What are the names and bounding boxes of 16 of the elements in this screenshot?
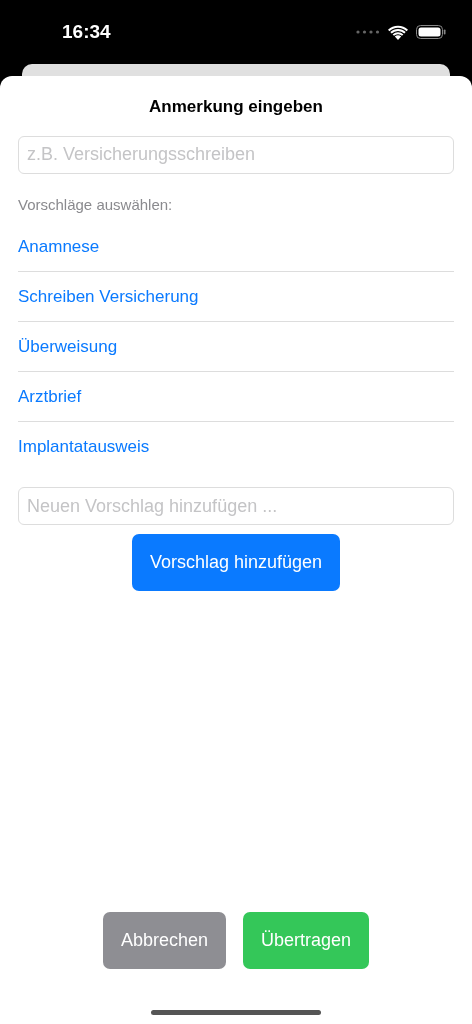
wifi-icon [388,24,408,40]
add-suggestion-button[interactable]: Vorschlag hinzufügen [131,534,341,591]
cancel-button[interactable]: Abbrechen [102,912,226,969]
status-time: 16:34 [62,19,111,44]
suggestion-item[interactable]: Überweisung [18,322,454,371]
signal-icon [356,30,380,34]
suggestions-label: Vorschläge auswählen: [18,194,174,215]
battery-icon [416,25,446,39]
suggestion-item[interactable]: Schreiben Versicherung [18,272,454,321]
new-suggestion-field[interactable]: Neuen Vorschlag hinzufügen ... [18,487,454,525]
suggestion-item[interactable]: Anamnese [18,222,454,271]
sheet-title: Anmerkung eingeben [148,96,324,118]
transfer-button[interactable]: Übertragen [243,912,370,969]
note-field[interactable]: z.B. Versicherungsschreiben [18,135,454,174]
suggestion-item[interactable]: Implantatausweis [18,422,454,471]
suggestion-item[interactable]: Arztbrief [18,372,454,421]
